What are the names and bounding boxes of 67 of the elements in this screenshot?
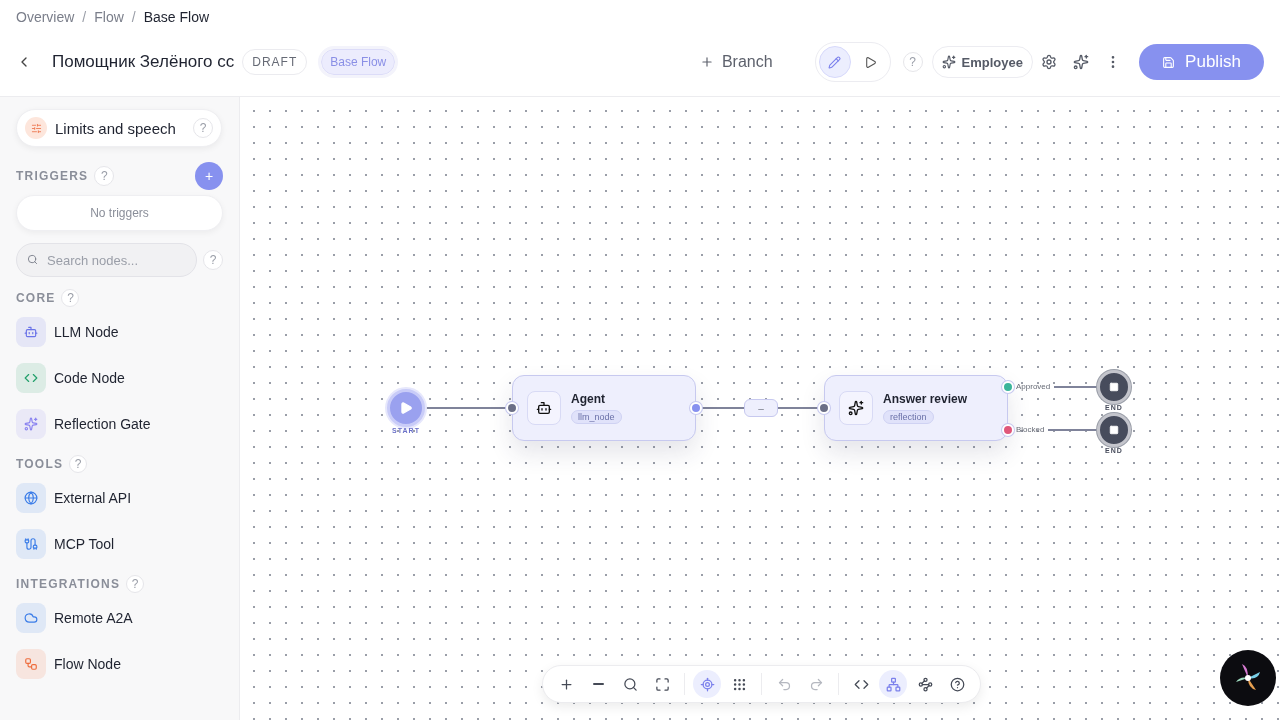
breadcrumb-separator: / <box>82 9 87 25</box>
stop-icon <box>1109 425 1119 435</box>
sliders-icon <box>25 117 47 139</box>
flow-title: Помощник Зелёного сс <box>52 52 235 72</box>
node-palette-item[interactable]: MCP Tool <box>16 521 223 567</box>
settings-icon <box>1041 54 1057 70</box>
input-port[interactable] <box>506 402 518 414</box>
branch-button[interactable]: Branch <box>693 52 779 72</box>
play-icon <box>864 55 878 69</box>
output-label: Blocked <box>1016 425 1045 434</box>
help-icon <box>949 676 965 692</box>
target-icon <box>699 676 715 692</box>
save-icon <box>1162 55 1176 69</box>
sparkles-icon <box>1073 54 1089 70</box>
grid-dots-icon <box>731 676 747 692</box>
start-node[interactable] <box>387 389 425 427</box>
search-field[interactable]: Search nodes... <box>16 243 197 277</box>
node-tag: llm_node <box>571 410 622 424</box>
output-label: Approved <box>1016 382 1051 391</box>
node-palette-item[interactable]: Remote A2A <box>16 595 223 641</box>
redo-icon <box>808 676 824 692</box>
limits-button[interactable]: Limits and speech ? <box>16 109 222 147</box>
breadcrumb-link[interactable]: Overview <box>16 9 75 25</box>
end-node[interactable] <box>1097 413 1131 447</box>
plus-icon <box>699 55 714 69</box>
play-icon <box>399 401 413 415</box>
minus-icon <box>592 683 604 685</box>
robot-icon <box>527 391 561 425</box>
edge-line <box>1048 429 1098 431</box>
network-icon <box>917 676 933 692</box>
agent-node[interactable]: Agent llm_node <box>512 375 696 441</box>
hierarchy-icon <box>885 676 901 692</box>
fullscreen-icon <box>654 676 670 692</box>
node-palette-item[interactable]: Reflection Gate <box>16 401 223 447</box>
employee-button[interactable]: Employee <box>931 46 1033 78</box>
breadcrumb-separator: / <box>131 9 136 25</box>
section-title: INTEGRATIONS <box>16 577 121 591</box>
plus-icon <box>558 676 574 692</box>
review-node[interactable]: Answer review reflection <box>824 375 1008 441</box>
edit-mode-button[interactable] <box>818 46 851 78</box>
breadcrumb-link[interactable]: Base Flow <box>143 9 210 25</box>
empty-triggers: No triggers <box>16 195 223 231</box>
edge-line <box>1054 386 1098 388</box>
node-palette-item[interactable]: External API <box>16 475 223 521</box>
input-port[interactable] <box>818 402 830 414</box>
node-palette-item[interactable]: Code Node <box>16 355 223 401</box>
node-palette-item[interactable]: Flow Node <box>16 641 223 687</box>
breadcrumb-link[interactable]: Flow <box>94 9 124 25</box>
section-title: TOOLS <box>16 457 64 471</box>
section-title: TRIGGERS <box>16 169 89 183</box>
sparkles-icon <box>839 391 873 425</box>
end-node[interactable] <box>1097 370 1131 404</box>
section-title: CORE <box>16 291 56 305</box>
node-tag: reflection <box>883 410 934 424</box>
output-port[interactable] <box>1002 424 1014 436</box>
output-port[interactable] <box>1002 381 1014 393</box>
search-icon <box>622 676 638 692</box>
pencil-icon <box>828 55 842 69</box>
sparkles-icon <box>941 55 956 69</box>
edge-line <box>778 407 818 409</box>
edge-line <box>702 407 744 409</box>
output-port[interactable] <box>690 402 702 414</box>
undo-icon <box>776 676 792 692</box>
edge-label[interactable]: – <box>744 399 778 417</box>
assistant-orb-icon[interactable] <box>1220 650 1276 706</box>
node-palette-item[interactable]: LLM Node <box>16 309 223 355</box>
stop-icon <box>1109 382 1119 392</box>
